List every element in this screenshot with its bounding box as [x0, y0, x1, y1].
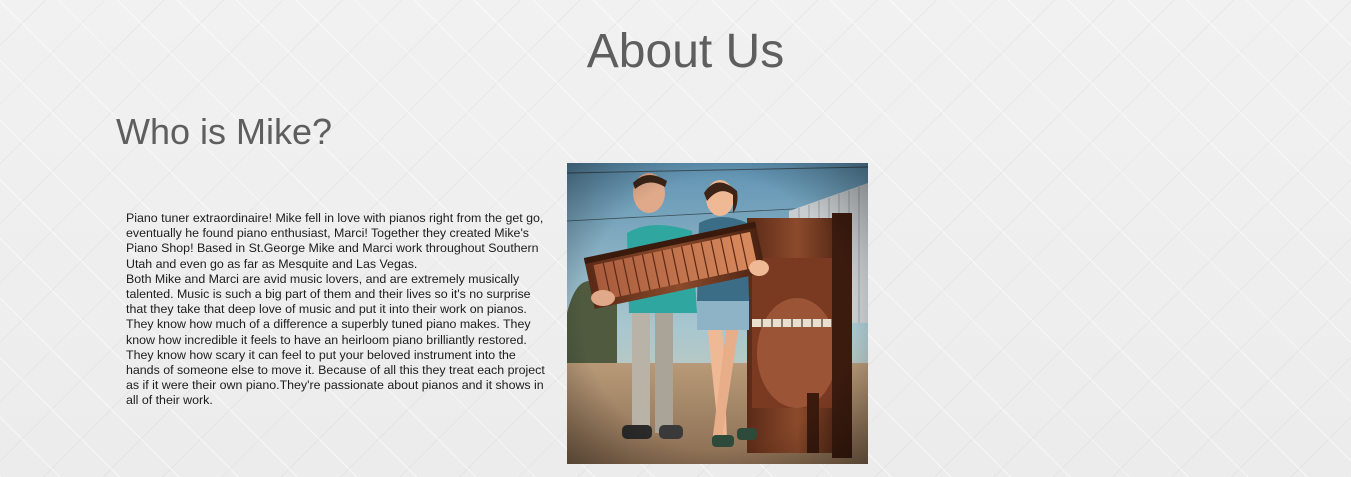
section-heading: Who is Mike?: [116, 111, 333, 152]
page-title: About Us: [586, 25, 785, 78]
mike-and-marci-photo: [567, 163, 868, 464]
about-paragraph: Piano tuner extraordinaire! Mike fell in…: [126, 211, 544, 271]
about-paragraph: Both Mike and Marci are avid music lover…: [126, 271, 545, 408]
about-text: Piano tuner extraordinaire! Mike fell in…: [126, 211, 551, 409]
